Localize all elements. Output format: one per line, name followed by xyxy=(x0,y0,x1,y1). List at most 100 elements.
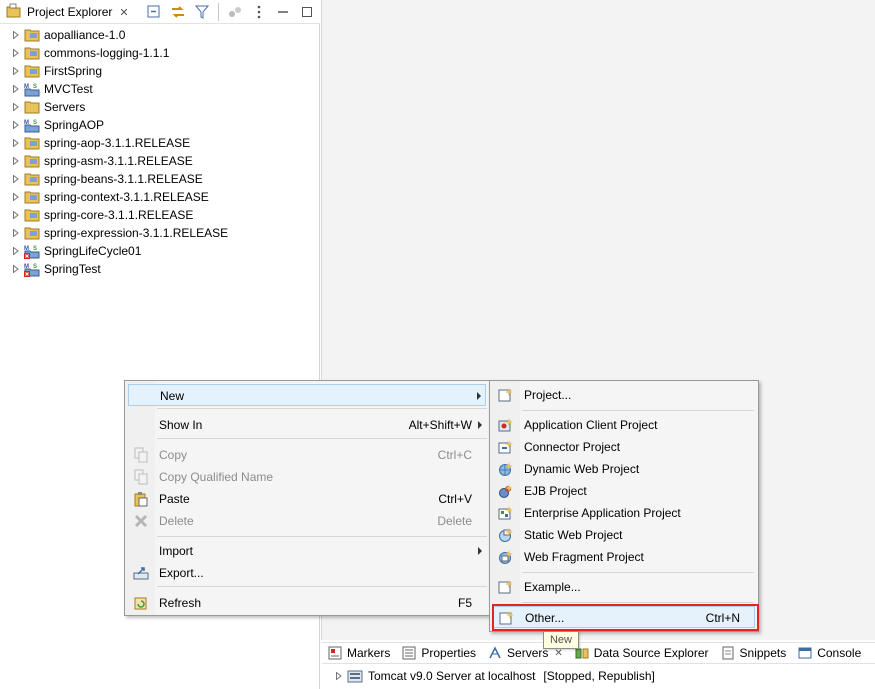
enterprise-app-project-icon xyxy=(498,505,514,521)
tree-item[interactable]: M S MVCTest xyxy=(0,80,320,98)
menu-item-static-web-project[interactable]: Static Web Project xyxy=(493,524,755,546)
tab-properties[interactable]: Properties xyxy=(396,642,482,664)
menu-item-delete[interactable]: Delete Delete xyxy=(128,510,486,532)
menu-separator xyxy=(157,438,487,439)
folder-project-icon xyxy=(24,27,40,43)
menu-item-label: Delete xyxy=(159,514,194,528)
menu-item-paste[interactable]: Paste Ctrl+V xyxy=(128,488,486,510)
tab-label: Snippets xyxy=(739,646,787,660)
menu-item-show-in[interactable]: Show In Alt+Shift+W xyxy=(128,414,486,436)
chevron-right-icon[interactable] xyxy=(336,669,342,683)
chevron-right-icon[interactable] xyxy=(12,49,20,57)
bottom-view-tabs: Markers Properties Servers ✕ Data Source… xyxy=(322,642,875,664)
tree-item[interactable]: commons-logging-1.1.1 xyxy=(0,44,320,62)
tree-item[interactable]: spring-asm-3.1.1.RELEASE xyxy=(0,152,320,170)
tree-item[interactable]: Servers xyxy=(0,98,320,116)
chevron-right-icon[interactable] xyxy=(12,139,20,147)
menu-item-new[interactable]: New xyxy=(128,384,486,406)
menu-item-import[interactable]: Import xyxy=(128,540,486,562)
tree-item-label: SpringAOP xyxy=(44,118,105,132)
menu-separator xyxy=(522,410,754,411)
menu-item-label: Paste xyxy=(159,492,190,506)
close-icon[interactable]: ✕ xyxy=(554,648,562,659)
menu-item-connector-project[interactable]: Connector Project xyxy=(493,436,755,458)
chevron-right-icon[interactable] xyxy=(12,193,20,201)
chevron-right-icon[interactable] xyxy=(12,85,20,93)
menu-separator xyxy=(157,586,487,587)
chevron-right-icon[interactable] xyxy=(12,67,20,75)
project-tree: aopalliance-1.0 commons-logging-1.1.1 Fi… xyxy=(0,26,320,278)
menu-item-dynamic-web-project[interactable]: Dynamic Web Project xyxy=(493,458,755,480)
svg-text:S: S xyxy=(33,120,37,126)
tree-item[interactable]: M S SpringTest xyxy=(0,260,320,278)
chevron-right-icon[interactable] xyxy=(12,211,20,219)
collapse-all-icon[interactable] xyxy=(144,2,164,22)
tab-project-explorer[interactable]: Project Explorer ✕ xyxy=(0,0,136,24)
chevron-right-icon[interactable] xyxy=(12,157,20,165)
tree-item[interactable]: spring-beans-3.1.1.RELEASE xyxy=(0,170,320,188)
tab-close-icon[interactable]: ✕ xyxy=(119,6,128,19)
server-row[interactable]: Tomcat v9.0 Server at localhost [Stopped… xyxy=(322,666,875,686)
annotation-highlight-box xyxy=(492,604,759,631)
menu-item-ejb-project[interactable]: EJB Project xyxy=(493,480,755,502)
tab-data-source-explorer[interactable]: Data Source Explorer xyxy=(569,642,715,664)
filter-icon[interactable] xyxy=(192,2,212,22)
tab-label: Properties xyxy=(421,646,477,660)
tree-item[interactable]: spring-core-3.1.1.RELEASE xyxy=(0,206,320,224)
chevron-right-icon[interactable] xyxy=(12,247,20,255)
new-project-icon xyxy=(498,387,514,403)
tree-item[interactable]: FirstSpring xyxy=(0,62,320,80)
chevron-right-icon[interactable] xyxy=(12,265,20,273)
tree-item-label: FirstSpring xyxy=(44,64,103,78)
tree-item[interactable]: spring-aop-3.1.1.RELEASE xyxy=(0,134,320,152)
minimize-icon[interactable] xyxy=(273,2,293,22)
tree-item-label: Servers xyxy=(44,100,86,114)
menu-item-application-client-project[interactable]: Application Client Project xyxy=(493,414,755,436)
menu-item-label: Enterprise Application Project xyxy=(524,506,681,520)
maximize-icon[interactable] xyxy=(297,2,317,22)
svg-text:S: S xyxy=(33,264,37,270)
maven-spring-error-project-icon: MS xyxy=(24,243,40,259)
menu-item-label: Copy Qualified Name xyxy=(159,470,274,484)
menu-item-label: Application Client Project xyxy=(524,418,658,432)
menu-item-label: Export... xyxy=(159,566,204,580)
menu-item-label: Import xyxy=(159,544,194,558)
copy-icon xyxy=(133,447,149,463)
tab-label: Project Explorer xyxy=(27,5,113,19)
menu-item-copy-qualified-name[interactable]: Copy Qualified Name xyxy=(128,466,486,488)
menu-item-example[interactable]: Example... xyxy=(493,576,755,598)
view-menu-icon[interactable] xyxy=(249,2,269,22)
tab-snippets[interactable]: Snippets xyxy=(715,642,793,664)
menu-item-label: Project... xyxy=(524,388,572,402)
menu-item-shortcut: F5 xyxy=(457,596,472,610)
menu-item-export[interactable]: Export... xyxy=(128,562,486,584)
menu-item-enterprise-application-project[interactable]: Enterprise Application Project xyxy=(493,502,755,524)
menu-item-label: Dynamic Web Project xyxy=(524,462,640,476)
menu-item-web-fragment-project[interactable]: Web Fragment Project xyxy=(493,546,755,568)
folder-project-icon xyxy=(24,153,40,169)
app-client-project-icon xyxy=(498,417,514,433)
link-editor-icon[interactable] xyxy=(168,2,188,22)
tree-item[interactable]: aopalliance-1.0 xyxy=(0,26,320,44)
project-explorer-header: Project Explorer ✕ xyxy=(0,0,320,24)
tree-item-label: commons-logging-1.1.1 xyxy=(44,46,170,60)
tree-item[interactable]: spring-expression-3.1.1.RELEASE xyxy=(0,224,320,242)
menu-item-refresh[interactable]: Refresh F5 xyxy=(128,592,486,614)
tree-item[interactable]: M S SpringLifeCycle01 xyxy=(0,242,320,260)
chevron-right-icon[interactable] xyxy=(12,229,20,237)
tree-item[interactable]: M S SpringAOP xyxy=(0,116,320,134)
chevron-right-icon[interactable] xyxy=(12,175,20,183)
menu-item-copy[interactable]: Copy Ctrl+C xyxy=(128,444,486,466)
focus-icon[interactable] xyxy=(225,2,245,22)
chevron-right-icon[interactable] xyxy=(12,103,20,111)
chevron-right-icon[interactable] xyxy=(12,121,20,129)
tree-item[interactable]: spring-context-3.1.1.RELEASE xyxy=(0,188,320,206)
tab-console[interactable]: Console xyxy=(792,642,867,664)
chevron-right-icon[interactable] xyxy=(12,31,20,39)
tab-markers[interactable]: Markers xyxy=(322,642,396,664)
tree-item-label: aopalliance-1.0 xyxy=(44,28,126,42)
menu-separator xyxy=(157,536,487,537)
menu-item-shortcut: Delete xyxy=(437,514,472,528)
web-fragment-project-icon xyxy=(498,549,514,565)
menu-item-project[interactable]: Project... xyxy=(493,384,755,406)
